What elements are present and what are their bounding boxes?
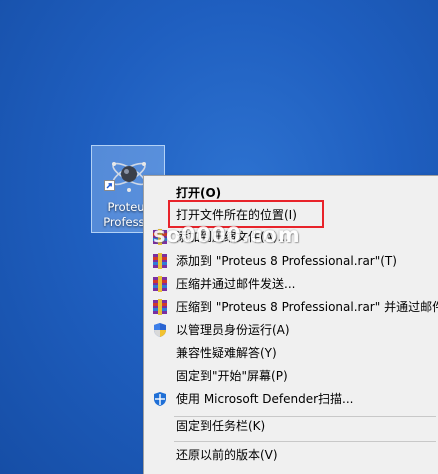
menu-item-label: 固定到任务栏(K) — [176, 419, 266, 433]
watermark-text: so0000.com — [153, 223, 301, 247]
menu-item-add-to-rar[interactable]: 添加到 "Proteus 8 Professional.rar"(T) — [146, 250, 438, 272]
menu-item-label: 固定到"开始"屏幕(P) — [176, 369, 288, 383]
menu-item-label: 压缩并通过邮件发送... — [176, 277, 296, 291]
defender-icon — [152, 391, 168, 407]
menu-item-restore-previous-versions[interactable]: 还原以前的版本(V) — [146, 444, 438, 466]
uac-shield-icon — [152, 322, 168, 338]
menu-item-defender-scan[interactable]: 使用 Microsoft Defender扫描... — [146, 388, 438, 410]
menu-item-compress-and-email[interactable]: 压缩并通过邮件发送... — [146, 273, 438, 295]
menu-item-label: 使用 Microsoft Defender扫描... — [176, 392, 354, 406]
menu-item-compress-to-rar-and-email[interactable]: 压缩到 "Proteus 8 Professional.rar" 并通过邮件 — [146, 296, 438, 318]
menu-separator — [174, 441, 436, 442]
menu-item-label: 还原以前的版本(V) — [176, 448, 278, 462]
rar-icon — [152, 253, 168, 269]
menu-item-label: 添加到 "Proteus 8 Professional.rar"(T) — [176, 254, 397, 268]
menu-item-label: 兼容性疑难解答(Y) — [176, 346, 277, 360]
desktop: Proteus Professio 打开(O) 打开文件所在的位置(I) 添加到… — [0, 0, 438, 474]
rar-icon — [152, 299, 168, 315]
menu-item-troubleshoot-compatibility[interactable]: 兼容性疑难解答(Y) — [146, 342, 438, 364]
menu-item-pin-to-start[interactable]: 固定到"开始"屏幕(P) — [146, 365, 438, 387]
menu-item-run-as-admin[interactable]: 以管理员身份运行(A) — [146, 319, 438, 341]
shortcut-arrow-icon — [104, 180, 115, 191]
menu-item-pin-to-taskbar[interactable]: 固定到任务栏(K) — [146, 415, 438, 437]
menu-item-label: 压缩到 "Proteus 8 Professional.rar" 并通过邮件 — [176, 300, 438, 314]
menu-item-label: 以管理员身份运行(A) — [176, 323, 290, 337]
rar-icon — [152, 276, 168, 292]
